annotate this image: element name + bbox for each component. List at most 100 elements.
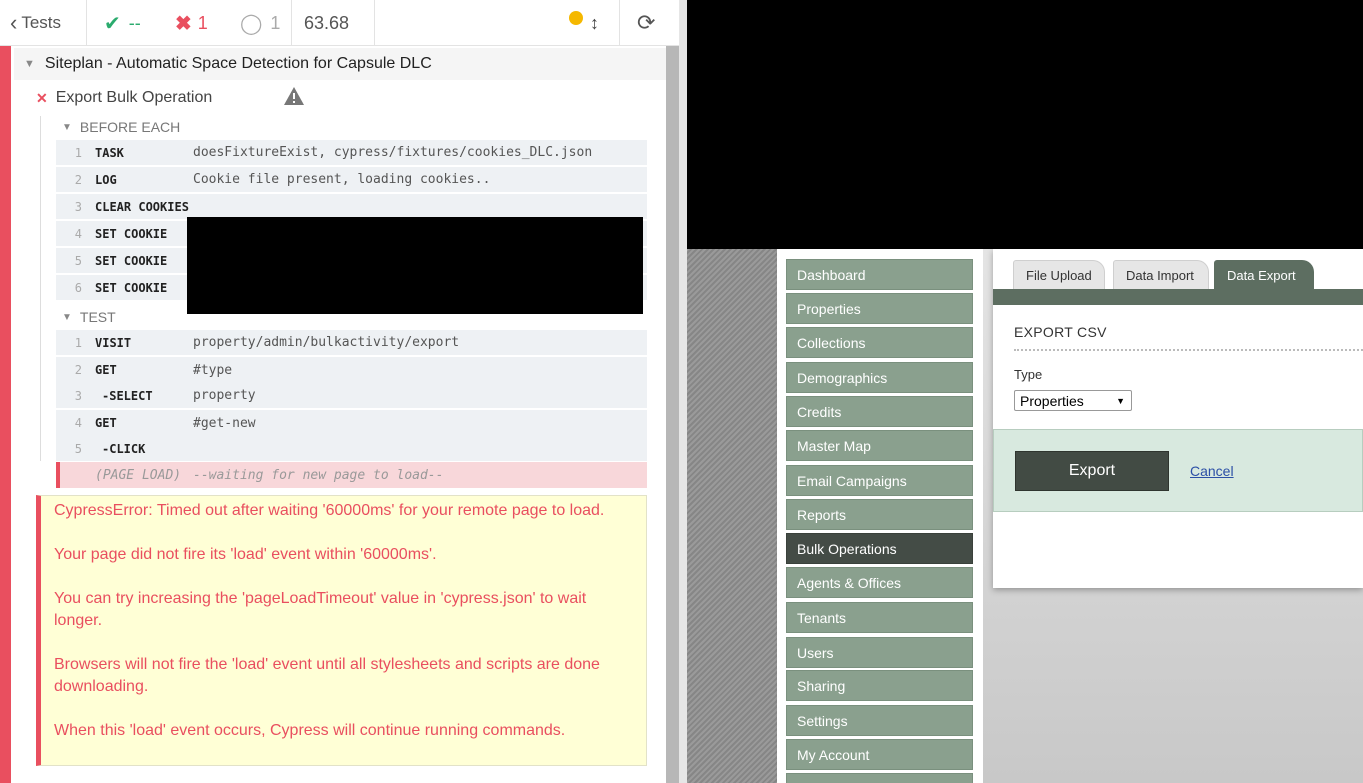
page-load-message: --waiting for new page to load-- <box>193 467 444 483</box>
export-panel: File Upload Data Import Data Export EXPO… <box>993 249 1363 588</box>
collapse-triangle-icon: ▼ <box>62 311 72 323</box>
pending-stat: ◯ 1 <box>240 0 280 46</box>
nav-item[interactable]: Agents & Offices <box>786 567 973 598</box>
command-name: LOG <box>95 172 117 187</box>
fail-x-icon: ✕ <box>36 89 48 106</box>
command-name: VISIT <box>95 335 132 350</box>
tab-data-export[interactable]: Data Export <box>1214 260 1314 289</box>
redacted-header <box>687 0 1363 249</box>
nav-item[interactable]: My Account <box>786 739 973 770</box>
section-divider <box>1014 349 1363 351</box>
check-icon: ✔ <box>104 12 121 35</box>
sidebar-nav: Dashboard Properties Collections Demogra… <box>777 249 983 783</box>
reporter-scrollbar[interactable] <box>666 46 679 783</box>
nav-item[interactable]: Email Campaigns <box>786 465 973 496</box>
suite-title-text: Siteplan - Automatic Space Detection for… <box>44 55 432 72</box>
command-row[interactable]: 1 TASK doesFixtureExist, cypress/fixture… <box>56 140 647 166</box>
nav-item[interactable]: Users <box>786 637 973 668</box>
suite-title[interactable]: ▼ Siteplan - Automatic Space Detection f… <box>14 48 666 80</box>
command-number: 4 <box>74 226 82 241</box>
error-line: You can try increasing the 'pageLoadTime… <box>54 590 587 629</box>
command-message: #type <box>193 362 233 378</box>
auto-scroll-toggle[interactable]: ↕ <box>590 0 599 46</box>
rerun-button[interactable]: ⟳ <box>637 0 655 46</box>
tests-button[interactable]: ‹ Tests <box>10 0 61 46</box>
command-row[interactable]: 2 GET #type <box>56 357 647 383</box>
header-divider <box>86 0 87 46</box>
test-title-text: Export Bulk Operation <box>55 89 213 106</box>
nav-item[interactable]: Reports <box>786 499 973 530</box>
test-title[interactable]: ✕ Export Bulk Operation <box>36 84 212 112</box>
command-number: 2 <box>74 363 82 377</box>
command-number: 6 <box>74 280 82 295</box>
collapse-triangle-icon: ▼ <box>62 121 72 133</box>
nav-item[interactable]: Tenants <box>786 602 973 633</box>
command-number: 3 <box>74 388 82 403</box>
command-name: -SELECT <box>102 388 153 403</box>
nav-item[interactable]: Dashboard <box>786 259 973 290</box>
pending-count: 1 <box>270 12 281 33</box>
hook-title-text: TEST <box>79 309 116 325</box>
duration: 63.68 <box>304 12 350 33</box>
reporter-header: ‹ Tests ✔ -- ✖ 1 ◯ 1 63.68 ↕ ⟳ <box>0 0 679 46</box>
command-message: property/admin/bulkactivity/export <box>193 335 460 350</box>
failed-stat: ✖ 1 <box>175 0 208 46</box>
reload-icon: ⟳ <box>637 10 656 35</box>
command-name: SET COOKIE <box>95 253 168 268</box>
tab-strip <box>993 289 1363 305</box>
nav-item[interactable]: Credits <box>786 396 973 427</box>
nav-item[interactable]: Demographics <box>786 362 973 393</box>
command-number: 4 <box>74 416 82 430</box>
command-number: 5 <box>74 441 82 456</box>
section-title: EXPORT CSV <box>1014 324 1107 340</box>
command-name: GET <box>95 416 117 430</box>
command-name: GET <box>95 363 117 377</box>
failed-indicator-bar <box>0 46 11 783</box>
x-icon: ✖ <box>175 12 192 35</box>
cypress-reporter: ‹ Tests ✔ -- ✖ 1 ◯ 1 63.68 ↕ ⟳ ▼ Sitepla… <box>0 0 679 783</box>
command-row[interactable]: 2 LOG Cookie file present, loading cooki… <box>56 167 647 193</box>
background-pattern <box>687 249 777 783</box>
cancel-link[interactable]: Cancel <box>1190 463 1234 479</box>
header-divider <box>291 0 292 46</box>
hook-title-text: BEFORE EACH <box>79 119 181 135</box>
collapse-triangle-icon: ▼ <box>24 58 35 70</box>
tab-data-import[interactable]: Data Import <box>1113 260 1209 289</box>
type-select-value: Properties <box>1020 392 1084 409</box>
command-number: 2 <box>74 172 82 187</box>
nav-item-partial[interactable] <box>786 773 973 783</box>
page-load-name: (PAGE LOAD) <box>95 467 182 483</box>
before-each-hook-title[interactable]: ▼ BEFORE EACH <box>62 117 180 137</box>
header-divider <box>374 0 375 46</box>
command-message: Cookie file present, loading cookies.. <box>193 172 491 187</box>
command-number: 3 <box>74 199 82 214</box>
nav-item-active[interactable]: Bulk Operations <box>786 533 973 564</box>
command-message: #get-new <box>193 415 256 431</box>
command-row[interactable]: 4 GET #get-new <box>56 410 647 436</box>
action-area: Export Cancel <box>993 429 1363 512</box>
error-message[interactable]: CypressError: Timed out after waiting '6… <box>36 495 647 766</box>
tab-file-upload[interactable]: File Upload <box>1013 260 1105 289</box>
nav-item[interactable]: Properties <box>786 293 973 324</box>
command-row[interactable]: 1 VISIT property/admin/bulkactivity/expo… <box>56 330 647 356</box>
test-body-title[interactable]: ▼ TEST <box>62 307 116 327</box>
command-name: CLEAR COOKIES <box>95 199 189 214</box>
export-button[interactable]: Export <box>1015 451 1169 491</box>
command-row[interactable]: 3 -SELECT property <box>56 383 647 409</box>
panel-divider[interactable] <box>679 0 687 783</box>
command-number: 1 <box>74 335 82 350</box>
type-select[interactable]: Properties ▼ <box>1014 390 1132 411</box>
nav-item[interactable]: Master Map <box>786 430 973 461</box>
command-number: 5 <box>74 253 82 268</box>
app-under-test: Dashboard Properties Collections Demogra… <box>687 0 1363 783</box>
command-name: SET COOKIE <box>95 226 168 241</box>
nav-item[interactable]: Settings <box>786 705 973 736</box>
command-message: property <box>193 388 256 403</box>
command-name: SET COOKIE <box>95 280 168 295</box>
nav-item[interactable]: Collections <box>786 327 973 358</box>
redacted-block <box>187 217 643 314</box>
nav-item[interactable]: Sharing <box>786 670 973 701</box>
page-load-row[interactable]: (PAGE LOAD) --waiting for new page to lo… <box>56 462 647 488</box>
arrows-vertical-icon: ↕ <box>590 12 599 33</box>
command-row[interactable]: 5 -CLICK <box>56 436 647 462</box>
